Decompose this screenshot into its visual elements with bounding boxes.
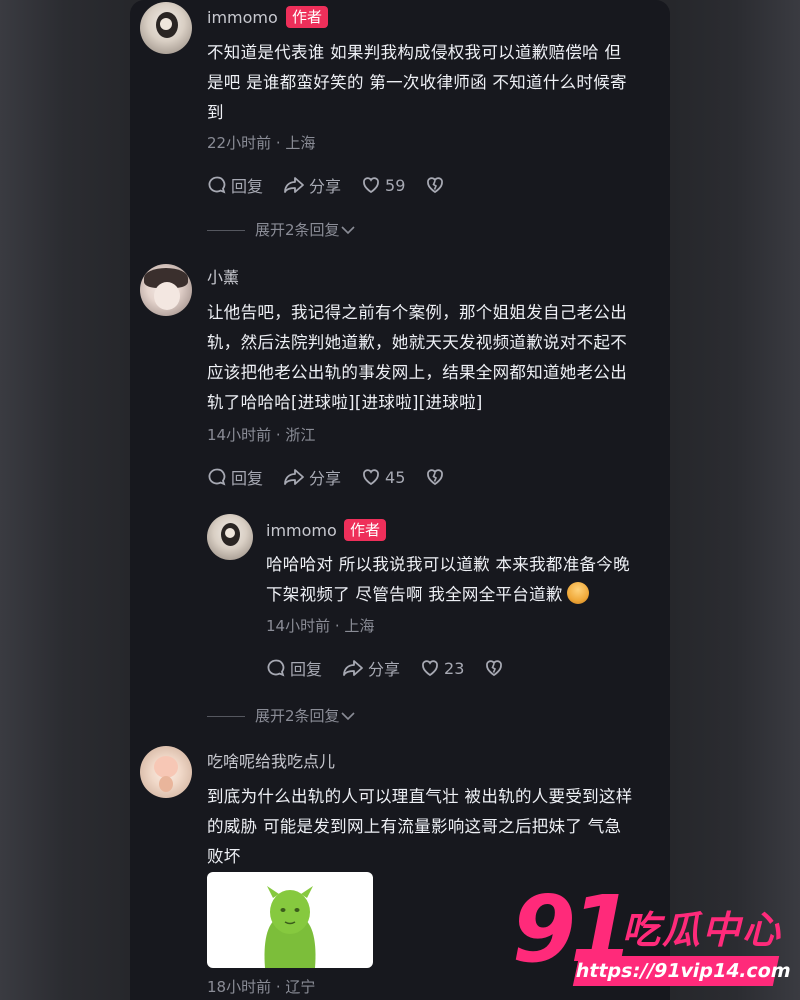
dislike-button[interactable] (425, 467, 449, 487)
reply-button[interactable]: 回复 (266, 656, 322, 680)
comment-text: 不知道是代表谁 如果判我构成侵权我可以道歉赔偿哈 但 是吧 是谁都蛮好笑的 第一… (207, 38, 627, 128)
avatar[interactable] (140, 746, 192, 798)
comment-meta: 14小时前 · 上海 (266, 617, 375, 635)
broken-heart-icon (486, 660, 503, 677)
comment-meta: 18小时前 · 辽宁 (207, 978, 316, 996)
author-badge: 作者 (286, 6, 329, 28)
like-button[interactable]: 59 (361, 175, 405, 195)
avatar[interactable] (207, 514, 253, 560)
like-count: 45 (385, 467, 406, 487)
like-count: 59 (385, 175, 406, 195)
expand-replies[interactable]: 展开2条回复 (207, 706, 356, 726)
reply-label: 回复 (290, 660, 323, 679)
username[interactable]: 小薰 (207, 268, 239, 288)
like-button[interactable]: 45 (361, 467, 405, 487)
dislike-button[interactable] (484, 658, 508, 678)
reply-button[interactable]: 回复 (207, 465, 263, 489)
share-arrow-icon (343, 660, 363, 676)
comment-bubble-icon (267, 659, 285, 677)
comment-line: 是吧 是谁都蛮好笑的 第一次收律师函 不知道什么时候寄 (207, 73, 627, 92)
share-button[interactable]: 分享 (342, 656, 400, 680)
avatar[interactable] (140, 264, 192, 316)
chevron-down-icon (340, 712, 355, 721)
expand-label: 展开2条回复 (255, 707, 340, 725)
comment-meta: 22小时前 · 上海 (207, 134, 316, 152)
divider (207, 229, 245, 231)
author-badge: 作者 (344, 519, 387, 541)
comment-line: 不知道是代表谁 如果判我构成侵权我可以道歉赔偿哈 但 (207, 43, 622, 62)
comment-line: 轨了哈哈哈[进球啦][进球啦][进球啦] (207, 393, 483, 412)
share-label: 分享 (368, 660, 401, 679)
comment-line: 应该把他老公出轨的事发网上，结果全网都知道她老公出 (207, 363, 627, 382)
comment-line: 哈哈哈对 所以我说我可以道歉 本来我都准备今晚 (266, 555, 630, 574)
comment-actions: 回复 分享 59 (207, 173, 469, 197)
comment-line-text: 下架视频了 尽管告啊 我全网全平台道歉 (266, 585, 563, 604)
comment-text: 让他告吧，我记得之前有个案例，那个姐姐发自己老公出 轨，然后法院判她道歉，她就天… (207, 298, 627, 418)
share-label: 分享 (309, 177, 342, 196)
share-arrow-icon (284, 469, 304, 485)
broken-heart-icon (427, 469, 444, 486)
broken-heart-icon (427, 177, 444, 194)
comment-text: 到底为什么出轨的人可以理直气壮 被出轨的人要受到这样 的威胁 可能是发到网上有流… (207, 782, 633, 872)
avatar[interactable] (140, 2, 192, 54)
comment-line: 让他告吧，我记得之前有个案例，那个姐姐发自己老公出 (207, 303, 627, 322)
like-button[interactable]: 23 (420, 658, 464, 678)
reply-label: 回复 (231, 177, 264, 196)
meme-image[interactable] (207, 872, 373, 968)
watermark-url: https://91vip14.com (572, 956, 793, 986)
comment-line: 轨，然后法院判她道歉，她就天天发视频道歉说对不起不 (207, 333, 627, 352)
comment-meta: 14小时前 · 浙江 (207, 426, 316, 444)
username[interactable]: immomo (207, 8, 278, 28)
username[interactable]: immomo (266, 521, 337, 541)
share-label: 分享 (309, 469, 342, 488)
comment-line: 到 (207, 103, 224, 122)
dislike-button[interactable] (425, 175, 449, 195)
reply-button[interactable]: 回复 (207, 173, 263, 197)
comment-text: 哈哈哈对 所以我说我可以道歉 本来我都准备今晚 下架视频了 尽管告啊 我全网全平… (266, 550, 630, 610)
comment-actions: 回复 分享 23 (266, 656, 528, 680)
comment-line: 下架视频了 尽管告啊 我全网全平台道歉 (266, 580, 630, 610)
comment-bubble-icon (208, 468, 226, 486)
chevron-down-icon (340, 226, 355, 235)
heart-icon (363, 177, 379, 194)
comment-actions: 回复 分享 45 (207, 465, 469, 489)
green-figure-meme-icon (264, 886, 316, 968)
heart-icon (363, 469, 379, 486)
heart-icon (422, 660, 438, 677)
expand-replies[interactable]: 展开2条回复 (207, 220, 356, 240)
reply-label: 回复 (231, 469, 264, 488)
comment-line: 的威胁 可能是发到网上有流量影响这哥之后把妹了 气急 (207, 817, 622, 836)
username[interactable]: 吃啥呢给我吃点儿 (207, 752, 335, 772)
watermark-logo: 91 吃瓜中心 https://91vip14.com (510, 880, 800, 1000)
comment-line: 到底为什么出轨的人可以理直气壮 被出轨的人要受到这样 (207, 787, 633, 806)
comment-panel: immomo 作者 不知道是代表谁 如果判我构成侵权我可以道歉赔偿哈 但 是吧 … (130, 0, 670, 1000)
divider (207, 715, 245, 717)
bowing-emoji-icon (566, 582, 589, 604)
share-arrow-icon (284, 177, 304, 193)
share-button[interactable]: 分享 (283, 173, 341, 197)
expand-label: 展开2条回复 (255, 221, 340, 239)
comment-line: 败坏 (207, 847, 241, 866)
watermark-name: 吃瓜中心 (622, 908, 783, 952)
like-count: 23 (444, 658, 465, 678)
share-button[interactable]: 分享 (283, 465, 341, 489)
comment-bubble-icon (208, 176, 226, 194)
